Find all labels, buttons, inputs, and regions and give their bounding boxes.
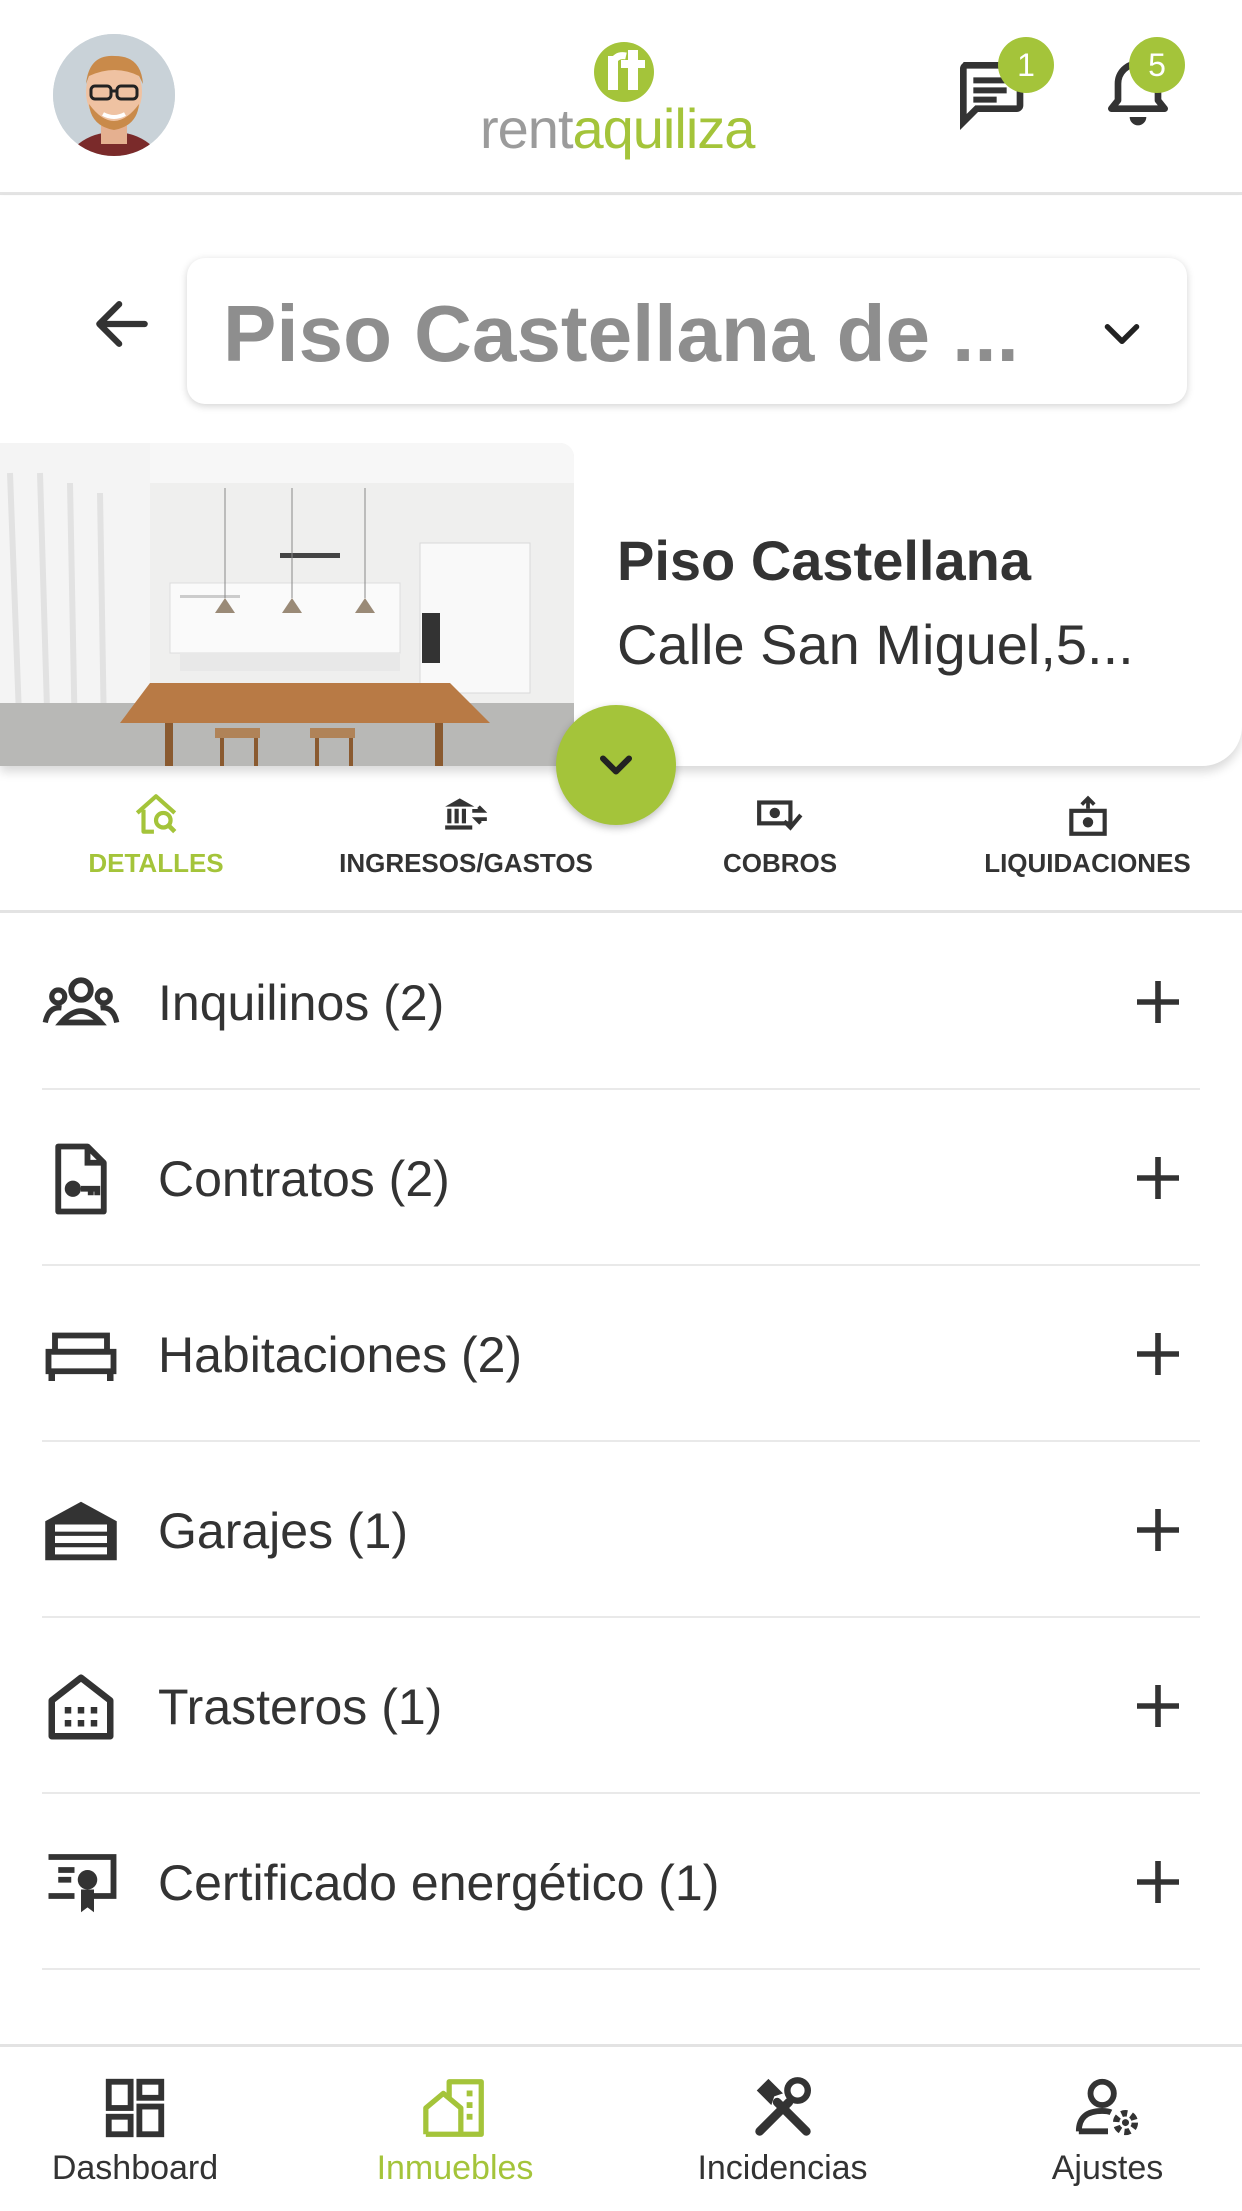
nav-inmuebles[interactable]: Inmuebles <box>360 2047 550 2211</box>
nav-dashboard[interactable]: Dashboard <box>40 2047 230 2211</box>
list-item-trasteros[interactable]: Trasteros (1) <box>42 1616 1200 1794</box>
plus-icon[interactable] <box>1130 1150 1186 1206</box>
cash-check-icon <box>757 800 803 831</box>
kitchen-photo <box>0 443 574 766</box>
buildings-icon <box>423 2079 484 2137</box>
plus-icon[interactable] <box>1130 1678 1186 1734</box>
plus-icon[interactable] <box>1130 1854 1186 1910</box>
tab-liquidaciones[interactable]: LIQUIDACIONES <box>975 770 1200 910</box>
garage-icon <box>45 1501 117 1561</box>
list-item-label: Habitaciones (2) <box>158 1327 523 1383</box>
tab-cobros[interactable]: COBROS <box>700 770 860 910</box>
brand-logo: rentaquiliza <box>480 40 770 160</box>
dashboard-icon <box>105 2078 165 2138</box>
list-item-certificado[interactable]: Certificado energético (1) <box>42 1792 1200 1970</box>
property-photo[interactable] <box>0 443 574 766</box>
nav-ajustes[interactable]: Ajustes <box>1030 2047 1185 2211</box>
list-item-label: Inquilinos (2) <box>158 975 445 1031</box>
plus-icon[interactable] <box>1130 974 1186 1030</box>
messages-badge: 1 <box>998 37 1054 93</box>
brand-wordmark: rentaquiliza <box>480 96 756 161</box>
plus-icon[interactable] <box>1130 1502 1186 1558</box>
home-search-icon <box>135 794 177 834</box>
list-item-inquilinos[interactable]: Inquilinos (2) <box>42 912 1200 1090</box>
list-item-habitaciones[interactable]: Habitaciones (2) <box>42 1264 1200 1442</box>
brand-part2: aquiliza <box>572 97 756 160</box>
user-settings-icon <box>1075 2078 1138 2136</box>
notifications-badge: 5 <box>1129 37 1185 93</box>
list-item-contratos[interactable]: Contratos (2) <box>42 1088 1200 1266</box>
property-address: Calle San Miguel,5... <box>617 613 1134 676</box>
list-item-label: Certificado energético (1) <box>158 1855 720 1911</box>
tab-label: DETALLES <box>88 848 224 878</box>
back-button[interactable] <box>88 290 156 358</box>
chevron-down-icon <box>1104 324 1140 345</box>
app-header: rentaquiliza 1 5 <box>0 0 1242 195</box>
storage-building-icon <box>48 1674 114 1740</box>
nav-incidencias[interactable]: Incidencias <box>685 2047 880 2211</box>
user-avatar[interactable] <box>53 34 175 156</box>
nav-label: Ajustes <box>1051 2149 1164 2187</box>
tab-detalles[interactable]: DETALLES <box>70 770 242 910</box>
list-item-label: Trasteros (1) <box>158 1679 443 1735</box>
nav-label: Inmuebles <box>376 2149 534 2187</box>
back-arrow-icon <box>96 301 148 347</box>
bed-icon <box>45 1332 117 1381</box>
tab-label: COBROS <box>722 848 838 878</box>
certificate-icon <box>48 1854 117 1913</box>
bank-transfer-icon <box>445 798 488 830</box>
list-item-label: Contratos (2) <box>158 1151 450 1207</box>
nav-label: Incidencias <box>697 2149 868 2187</box>
cash-register-icon <box>1068 795 1107 836</box>
tab-label: INGRESOS/GASTOS <box>339 848 593 878</box>
property-name: Piso Castellana <box>617 529 1031 592</box>
bottom-navigation: Dashboard Inmuebles Incidencias Ajustes <box>0 2044 1242 2211</box>
list-item-garajes[interactable]: Garajes (1) <box>42 1440 1200 1618</box>
nav-label: Dashboard <box>51 2149 219 2187</box>
brand-part1: rent <box>480 97 573 160</box>
tab-label: LIQUIDACIONES <box>984 848 1191 878</box>
tab-ingresos-gastos[interactable]: INGRESOS/GASTOS <box>330 770 602 910</box>
people-icon <box>42 977 120 1026</box>
avatar-photo <box>53 34 175 156</box>
list-item-label: Garajes (1) <box>158 1503 409 1559</box>
property-selector[interactable]: Piso Castellana de ... <box>187 258 1187 404</box>
property-tabs: DETALLES INGRESOS/GASTOS COBROS LIQUIDAC… <box>0 770 1242 913</box>
property-selector-value: Piso Castellana de ... <box>223 289 1019 378</box>
tools-icon <box>754 2077 811 2136</box>
contract-key-icon <box>55 1143 107 1215</box>
plus-icon[interactable] <box>1130 1326 1186 1382</box>
